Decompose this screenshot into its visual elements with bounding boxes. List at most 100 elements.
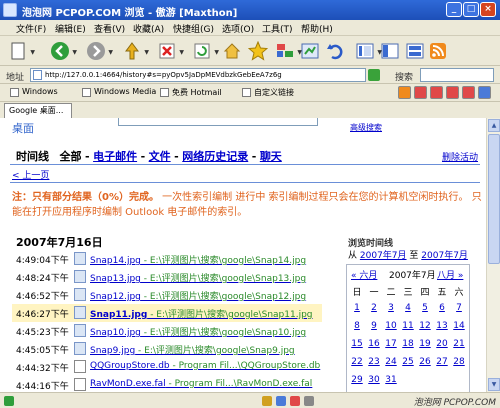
result-row[interactable]: 4:45:23下午 Snap10.jpg - E:\评测图片\搜索\google\… [12, 322, 322, 340]
up-button[interactable]: ▼ [122, 41, 149, 61]
scroll-up-arrow-icon[interactable]: ▲ [488, 119, 500, 132]
calendar-day[interactable]: 7 [451, 303, 467, 313]
result-file-link[interactable]: RavMonD.exe.fal - Program Fil...\RavMonD… [90, 379, 312, 389]
calendar-day[interactable]: 1 [349, 303, 365, 313]
calendar-day[interactable]: 6 [434, 303, 450, 313]
new-page-button[interactable]: ▼ [8, 41, 35, 61]
link-windows-media[interactable]: Windows Media [82, 87, 156, 97]
status-icon[interactable] [262, 396, 272, 406]
nav-chat[interactable]: 聊天 [260, 150, 282, 163]
nav-email[interactable]: 电子邮件 [93, 150, 137, 163]
menu-favorites[interactable]: 收藏(A) [133, 22, 164, 35]
result-file-link[interactable]: Snap11.jpg - E:\评测图片\搜索\google\Snap11.jp… [90, 307, 313, 320]
rss-button[interactable] [428, 41, 448, 61]
scroll-thumb[interactable] [488, 134, 500, 264]
vertical-scrollbar[interactable]: ▲ ▼ [486, 118, 500, 392]
prev-month-link[interactable]: « 六月 [351, 268, 377, 281]
tab-google-desktop[interactable]: Google 桌面... [4, 103, 72, 118]
calendar-day[interactable]: 17 [383, 339, 399, 349]
to-month-link[interactable]: 2007年7月 [421, 251, 468, 261]
nav-files[interactable]: 文件 [149, 150, 171, 163]
advanced-search-link[interactable]: 高级搜索 [350, 122, 382, 133]
calendar-day[interactable]: 22 [349, 357, 365, 367]
favorites-button[interactable] [247, 40, 269, 61]
menu-view[interactable]: 查看(V) [94, 22, 125, 35]
forward-button[interactable]: ▼ [86, 41, 113, 61]
tile-button[interactable] [405, 41, 425, 61]
calendar-day[interactable]: 24 [383, 357, 399, 367]
calendar-day[interactable]: 27 [434, 357, 450, 367]
calendar-day[interactable]: 11 [400, 321, 416, 331]
calendar-day[interactable]: 4 [400, 303, 416, 313]
menu-options[interactable]: 选项(O) [222, 22, 254, 35]
tab-nav-button[interactable] [478, 86, 491, 99]
calendar-day[interactable]: 18 [400, 339, 416, 349]
close-button[interactable]: × [480, 2, 496, 17]
calendar-day[interactable]: 10 [383, 321, 399, 331]
calendar-day[interactable]: 16 [366, 339, 382, 349]
status-icon[interactable] [276, 396, 286, 406]
next-month-link[interactable]: 八月 » [437, 268, 463, 281]
address-input[interactable]: http://127.0.0.1:4664/history#s=pyOpv5Ja… [30, 68, 366, 82]
calendar-day[interactable]: 21 [451, 339, 467, 349]
calendar-day[interactable]: 14 [451, 321, 467, 331]
from-month-link[interactable]: 2007年7月 [360, 251, 407, 261]
status-icon[interactable] [304, 396, 314, 406]
tab-nav-button[interactable] [414, 86, 427, 99]
calendar-day[interactable]: 19 [417, 339, 433, 349]
maximize-button[interactable]: □ [463, 2, 479, 17]
link-custom[interactable]: 自定义链接 [242, 87, 294, 98]
minimize-button[interactable]: _ [446, 2, 462, 17]
desktop-search-input[interactable] [118, 118, 318, 126]
calendar-day[interactable]: 30 [366, 375, 382, 385]
result-row[interactable]: 4:49:04下午 Snap14.jpg - E:\评测图片\搜索\google\… [12, 250, 322, 268]
link-hotmail[interactable]: 免费 Hotmail [160, 87, 222, 98]
result-file-link[interactable]: Snap14.jpg - E:\评测图片\搜索\google\Snap14.jp… [90, 253, 306, 266]
go-button[interactable] [368, 69, 380, 81]
calendar-day[interactable]: 5 [417, 303, 433, 313]
result-row[interactable]: 4:45:05下午 Snap9.jpg - E:\评测图片\搜索\google\S… [12, 340, 322, 358]
calendar-day[interactable]: 12 [417, 321, 433, 331]
calendar-day[interactable]: 20 [434, 339, 450, 349]
calendar-day[interactable]: 29 [349, 375, 365, 385]
calendar-day[interactable]: 23 [366, 357, 382, 367]
tab-nav-button[interactable] [462, 86, 475, 99]
nav-all[interactable]: 全部 [60, 150, 82, 163]
result-file-link[interactable]: Snap10.jpg - E:\评测图片\搜索\google\Snap10.jp… [90, 325, 306, 338]
menu-file[interactable]: 文件(F) [16, 22, 46, 35]
result-file-link[interactable]: Snap13.jpg - E:\评测图片\搜索\google\Snap13.jp… [90, 271, 306, 284]
link-windows[interactable]: Windows [10, 87, 58, 97]
undo-button[interactable] [325, 41, 345, 61]
menu-tools[interactable]: 工具(T) [262, 22, 293, 35]
result-file-link[interactable]: Snap9.jpg - E:\评测图片\搜索\google\Snap9.jpg [90, 343, 295, 356]
layout-button[interactable]: ▼ [355, 41, 382, 61]
result-row[interactable]: 4:48:24下午 Snap13.jpg - E:\评测图片\搜索\google\… [12, 268, 322, 286]
calendar-day[interactable]: 13 [434, 321, 450, 331]
calendar-day[interactable]: 9 [366, 321, 382, 331]
menu-edit[interactable]: 编辑(E) [55, 22, 86, 35]
groups-button[interactable]: ▼ [275, 41, 302, 61]
result-row[interactable]: 4:46:52下午 Snap12.jpg - E:\评测图片\搜索\google\… [12, 286, 322, 304]
menu-groups[interactable]: 快捷组(G) [173, 22, 214, 35]
calendar-day[interactable]: 3 [383, 303, 399, 313]
result-file-link[interactable]: Snap12.jpg - E:\评测图片\搜索\google\Snap12.jp… [90, 289, 306, 302]
back-button[interactable]: ▼ [50, 41, 77, 61]
feed-button[interactable] [300, 41, 320, 61]
tab-nav-button[interactable] [446, 86, 459, 99]
calendar-day[interactable]: 26 [417, 357, 433, 367]
result-row[interactable]: 4:46:27下午 Snap11.jpg - E:\评测图片\搜索\google\… [12, 304, 322, 322]
calendar-day[interactable]: 31 [383, 375, 399, 385]
status-icon[interactable] [290, 396, 300, 406]
search-input[interactable] [420, 68, 494, 82]
calendar-day[interactable]: 8 [349, 321, 365, 331]
home-button[interactable] [222, 41, 242, 61]
stop-button[interactable]: ▼ [157, 41, 184, 61]
result-row[interactable]: 4:44:32下午 QQGroupStore.db - Program Fil..… [12, 358, 322, 376]
nav-web-history[interactable]: 网络历史记录 [182, 150, 248, 163]
previous-page-link[interactable]: < 上一页 [12, 168, 49, 181]
tab-nav-button[interactable] [398, 86, 411, 99]
scroll-down-arrow-icon[interactable]: ▼ [488, 378, 500, 391]
menu-help[interactable]: 帮助(H) [301, 22, 333, 35]
refresh-button[interactable]: ▼ [192, 41, 219, 61]
calendar-day[interactable]: 28 [451, 357, 467, 367]
